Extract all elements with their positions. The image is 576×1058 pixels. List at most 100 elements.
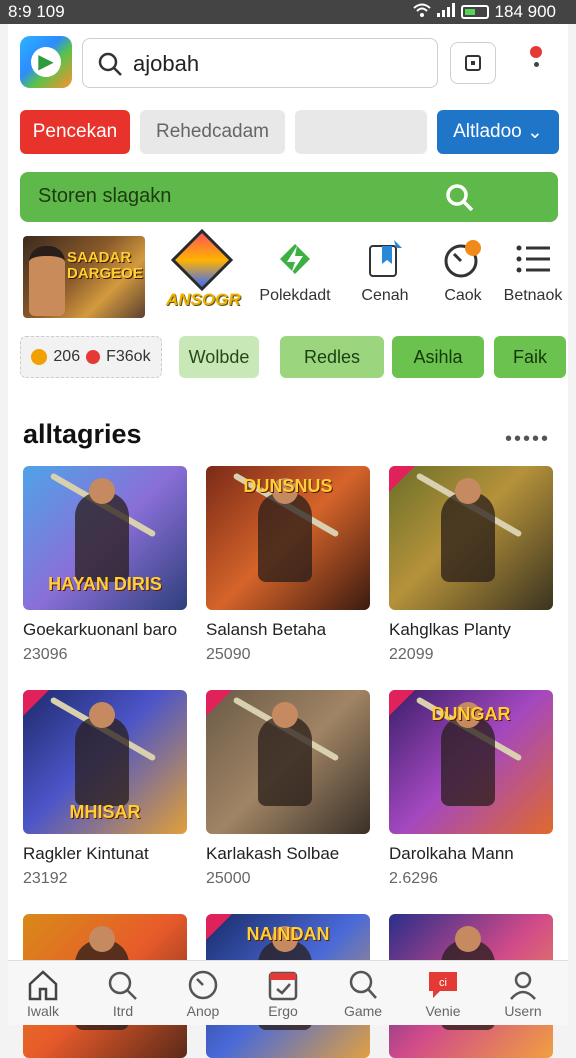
filter-button-blank[interactable] bbox=[295, 110, 427, 154]
nav-label: Iwalk bbox=[27, 1003, 59, 1019]
shortcut-caok[interactable]: Caok bbox=[428, 236, 498, 305]
svg-text:ci: ci bbox=[439, 977, 447, 989]
game-count: 2.6296 bbox=[389, 870, 438, 887]
signal-icon bbox=[436, 2, 455, 22]
game-card[interactable]: Kahglkas Planty 22099 bbox=[389, 466, 553, 664]
search-box[interactable] bbox=[82, 38, 438, 88]
hot-badge bbox=[206, 690, 232, 716]
scan-button[interactable] bbox=[450, 42, 496, 84]
game-card[interactable]: Karlakash Solbae 25000 bbox=[206, 690, 370, 888]
search-input[interactable] bbox=[131, 47, 425, 81]
thumbnail-title: NAINDAN bbox=[246, 924, 330, 944]
nav-item-ergo[interactable]: Ergo bbox=[248, 969, 318, 1019]
nav-label: Ergo bbox=[268, 1003, 298, 1019]
bottom-navigation: Iwalk Itrd Anop Ergo Game ci Venie Usern bbox=[8, 960, 568, 1025]
game-thumbnail: DUNGAR bbox=[389, 690, 553, 834]
thumbnail-title: DUNSNUS bbox=[243, 476, 333, 496]
nav-label: Venie bbox=[425, 1003, 461, 1019]
nav-item-venie[interactable]: ci Venie bbox=[408, 969, 478, 1019]
shortcut-label: Betnaok bbox=[503, 287, 563, 304]
search-icon[interactable] bbox=[444, 182, 474, 212]
status-bar: 8:9 109 184 900 bbox=[0, 0, 576, 24]
chip-row: 206 F36ok Wolbde Redles Asihla Faik bbox=[20, 336, 566, 378]
chip-redles[interactable]: Redles bbox=[280, 336, 384, 378]
filter-label: Rehedcadam bbox=[155, 121, 270, 142]
nav-label: Itrd bbox=[112, 1003, 134, 1019]
filter-button-pencekan[interactable]: Pencekan bbox=[20, 110, 130, 154]
game-card[interactable]: DUNGAR Darolkaha Mann 2.6296 bbox=[389, 690, 553, 888]
more-options-icon[interactable]: ••••• bbox=[505, 428, 550, 451]
chevron-down-icon: ⌄ bbox=[527, 121, 543, 143]
clock-icon bbox=[188, 970, 218, 1000]
hot-badge bbox=[23, 690, 49, 716]
nav-label: Usern bbox=[504, 1003, 542, 1019]
game-title: Karlakash Solbae bbox=[206, 844, 340, 863]
shortcut-label: Cenah bbox=[361, 287, 409, 304]
nav-item-iwalk[interactable]: Iwalk bbox=[8, 969, 78, 1019]
game-count: 22099 bbox=[389, 646, 434, 663]
game-thumbnail: DUNSNUS bbox=[206, 466, 370, 610]
filter-dropdown-altladoo[interactable]: Altladoo ⌄ bbox=[437, 110, 559, 154]
status-icons: 184 900 bbox=[412, 2, 556, 22]
search-icon bbox=[349, 970, 377, 999]
timer-icon bbox=[444, 240, 481, 278]
filter-button-rehedcadam[interactable]: Rehedcadam bbox=[140, 110, 285, 154]
coin-chip[interactable]: 206 F36ok bbox=[20, 336, 162, 378]
nav-item-anop[interactable]: Anop bbox=[168, 969, 238, 1019]
chip-asihla[interactable]: Asihla bbox=[392, 336, 484, 378]
store-search-bar[interactable]: Storen slagakn bbox=[20, 172, 558, 222]
nav-label: Anop bbox=[186, 1003, 220, 1019]
thumbnail-title: HAYAN DIRIS bbox=[48, 574, 162, 594]
main-panel: ▶ Pencekan Rehedcadam Altladoo ⌄ Storen … bbox=[8, 24, 568, 1058]
game-thumbnail bbox=[206, 690, 370, 834]
nav-item-itrd[interactable]: Itrd bbox=[88, 969, 158, 1019]
game-card[interactable]: DUNSNUS Salansh Betaha 25090 bbox=[206, 466, 370, 664]
coin-value: 206 bbox=[53, 348, 81, 365]
chip-wolbde[interactable]: Wolbde bbox=[179, 336, 259, 378]
promo-banner[interactable]: SAADAR DARGEOE bbox=[23, 236, 145, 318]
user-icon bbox=[510, 971, 536, 1000]
shortcut-label: Caok bbox=[444, 287, 482, 304]
game-logo-text: ANSOGR bbox=[166, 290, 241, 309]
game-count: 25090 bbox=[206, 646, 251, 663]
chat-icon: ci bbox=[429, 972, 457, 998]
shortcut-cenah[interactable]: Cenah bbox=[342, 236, 428, 305]
game-card[interactable]: HAYAN DIRIS Goekarkuonanl baro 23096 bbox=[23, 466, 187, 664]
coin-icon bbox=[31, 349, 48, 365]
shortcut-polekdadt[interactable]: Polekdadt bbox=[250, 236, 340, 305]
token-icon bbox=[86, 350, 101, 364]
filter-label: Altladoo bbox=[453, 121, 522, 142]
game-title: Ragkler Kintunat bbox=[23, 844, 149, 863]
scan-icon bbox=[465, 55, 481, 71]
search-icon bbox=[98, 52, 122, 76]
game-logo[interactable]: ANSOGR bbox=[166, 228, 241, 318]
app-logo[interactable]: ▶ bbox=[20, 36, 72, 88]
store-search-label: Storen slagakn bbox=[38, 185, 172, 207]
game-thumbnail: HAYAN DIRIS bbox=[23, 466, 187, 610]
notification-button[interactable] bbox=[526, 46, 546, 82]
thumbnail-title: DUNGAR bbox=[431, 704, 511, 724]
game-title: Kahglkas Planty bbox=[389, 620, 511, 639]
nav-item-game[interactable]: Game bbox=[328, 969, 398, 1019]
nav-item-usern[interactable]: Usern bbox=[488, 969, 558, 1019]
promo-title: SAADAR DARGEOE bbox=[67, 249, 143, 282]
thumbnail-title: MHISAR bbox=[69, 802, 141, 822]
dot-icon bbox=[533, 62, 539, 67]
game-count: 23192 bbox=[23, 870, 68, 887]
game-title: Goekarkuonanl baro bbox=[23, 620, 178, 639]
wifi-icon bbox=[412, 2, 431, 22]
list-icon bbox=[516, 245, 550, 273]
home-icon bbox=[28, 970, 58, 1001]
game-count: 25000 bbox=[206, 870, 251, 887]
notification-dot-icon bbox=[530, 46, 542, 58]
filter-label: Pencekan bbox=[32, 121, 118, 142]
nav-label: Game bbox=[343, 1003, 383, 1019]
shortcut-betnaok[interactable]: Betnaok bbox=[498, 236, 568, 305]
chip-label: Faik bbox=[512, 346, 547, 367]
chip-label: Wolbde bbox=[188, 346, 250, 367]
chip-faik[interactable]: Faik bbox=[494, 336, 566, 378]
chip-label: Redles bbox=[303, 346, 361, 367]
game-card[interactable]: MHISAR Ragkler Kintunat 23192 bbox=[23, 690, 187, 888]
game-thumbnail bbox=[389, 466, 553, 610]
game-count: 23096 bbox=[23, 646, 68, 663]
